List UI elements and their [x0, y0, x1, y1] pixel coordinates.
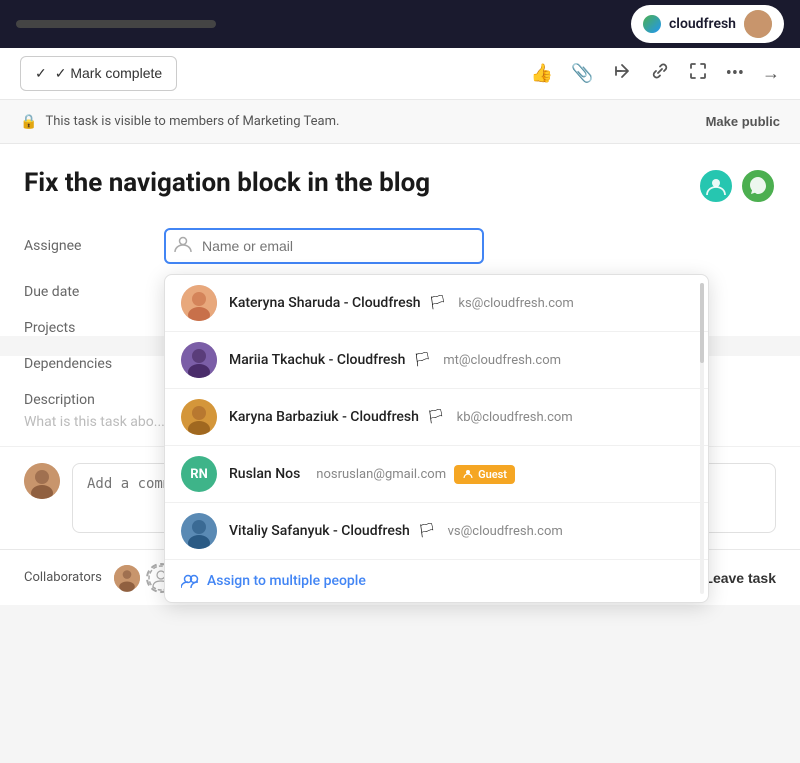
assignee-label: Assignee — [24, 238, 164, 254]
user-avatar-karyna — [181, 399, 217, 435]
user-flag-mariia: 🏳 — [413, 352, 431, 368]
user-name-kateryna: Kateryna Sharuda - Cloudfresh — [229, 295, 421, 311]
brand-icon — [643, 15, 661, 33]
brand-badge[interactable]: cloudfresh — [631, 5, 784, 43]
user-email-vitaliy: vs@cloudfresh.com — [448, 524, 563, 539]
checkmark-icon: ✓ — [35, 65, 47, 82]
dropdown-item-mariia[interactable]: Mariia Tkachuk - Cloudfresh 🏳 mt@cloudfr… — [165, 332, 708, 389]
visibility-info: 🔒 This task is visible to members of Mar… — [20, 114, 339, 130]
assignee-dropdown: Kateryna Sharuda - Cloudfresh 🏳 ks@cloud… — [164, 274, 709, 603]
visibility-text: This task is visible to members of Marke… — [45, 114, 339, 129]
user-name-karyna: Karyna Barbaziuk - Cloudfresh — [229, 409, 419, 425]
nav-menu-placeholder — [16, 20, 216, 28]
user-name-ruslan: Ruslan Nos — [229, 466, 300, 482]
mark-complete-label: ✓ Mark complete — [55, 65, 162, 82]
more-options-icon[interactable]: ••• — [726, 63, 744, 84]
user-email-ruslan: nosruslan@gmail.com — [316, 467, 446, 482]
assignee-icon-1[interactable] — [698, 168, 734, 204]
user-avatar-vitaliy — [181, 513, 217, 549]
task-assignee-icons — [698, 168, 776, 204]
make-public-button[interactable]: Make public — [706, 114, 780, 129]
link-icon[interactable] — [650, 61, 670, 86]
user-email-kateryna: ks@cloudfresh.com — [458, 296, 573, 311]
user-info-mariia: Mariia Tkachuk - Cloudfresh 🏳 mt@cloudfr… — [229, 352, 692, 368]
assignee-input-wrapper — [164, 228, 484, 264]
user-info-karyna: Karyna Barbaziuk - Cloudfresh 🏳 kb@cloud… — [229, 409, 692, 425]
user-avatar-mariia — [181, 342, 217, 378]
mark-complete-button[interactable]: ✓ ✓ Mark complete — [20, 56, 177, 91]
user-flag-vitaliy: 🏳 — [418, 523, 436, 539]
user-flag-karyna: 🏳 — [427, 409, 445, 425]
user-info-ruslan: Ruslan Nos nosruslan@gmail.com Guest — [229, 465, 692, 484]
main-content: Fix the navigation block in the blog Ass… — [0, 144, 800, 336]
dependencies-label: Dependencies — [24, 356, 164, 372]
task-title-row: Fix the navigation block in the blog — [24, 168, 776, 204]
user-avatar-ruslan: RN — [181, 456, 217, 492]
assignee-field-row: Assignee Kateryna Sharuda - Cloudfresh — [24, 228, 776, 264]
toolbar-icons: 👍 📎 ••• → — [531, 61, 780, 86]
forward-icon[interactable]: → — [762, 63, 780, 84]
user-avatar-top[interactable] — [744, 10, 772, 38]
user-flag-kateryna: 🏳 — [429, 295, 447, 311]
dropdown-item-karyna[interactable]: Karyna Barbaziuk - Cloudfresh 🏳 kb@cloud… — [165, 389, 708, 446]
due-date-label: Due date — [24, 284, 164, 300]
assign-multiple-button[interactable]: Assign to multiple people — [165, 560, 708, 602]
dropdown-item-kateryna[interactable]: Kateryna Sharuda - Cloudfresh 🏳 ks@cloud… — [165, 275, 708, 332]
user-name-vitaliy: Vitaliy Safanyuk - Cloudfresh — [229, 523, 410, 539]
assignee-input[interactable] — [164, 228, 484, 264]
user-email-karyna: kb@cloudfresh.com — [457, 410, 573, 425]
scrollbar-thumb[interactable] — [700, 283, 704, 363]
projects-label: Projects — [24, 320, 164, 336]
user-avatar-kateryna — [181, 285, 217, 321]
top-nav: cloudfresh — [0, 0, 800, 48]
brand-name: cloudfresh — [669, 16, 736, 32]
thumbsup-icon[interactable]: 👍 — [531, 63, 553, 84]
user-info-kateryna: Kateryna Sharuda - Cloudfresh 🏳 ks@cloud… — [229, 295, 692, 311]
person-icon — [174, 235, 192, 257]
paperclip-icon[interactable]: 📎 — [571, 63, 593, 84]
dropdown-item-ruslan[interactable]: RN Ruslan Nos nosruslan@gmail.com Guest — [165, 446, 708, 503]
leave-task-label: Leave task — [704, 570, 776, 586]
guest-badge: Guest — [454, 465, 515, 484]
dropdown-item-vitaliy[interactable]: Vitaliy Safanyuk - Cloudfresh 🏳 vs@cloud… — [165, 503, 708, 560]
visibility-bar: 🔒 This task is visible to members of Mar… — [0, 100, 800, 144]
user-info-vitaliy: Vitaliy Safanyuk - Cloudfresh 🏳 vs@cloud… — [229, 523, 692, 539]
expand-icon[interactable] — [688, 61, 708, 86]
task-toolbar: ✓ ✓ Mark complete 👍 📎 ••• → — [0, 48, 800, 100]
task-title: Fix the navigation block in the blog — [24, 168, 430, 199]
assignee-icon-2[interactable] — [740, 168, 776, 204]
commenter-avatar — [24, 463, 60, 499]
user-name-mariia: Mariia Tkachuk - Cloudfresh — [229, 352, 405, 368]
collab-avatar-1[interactable] — [112, 563, 142, 593]
scrollbar-track — [700, 283, 704, 594]
user-email-mariia: mt@cloudfresh.com — [443, 353, 561, 368]
assign-multiple-label: Assign to multiple people — [207, 573, 366, 589]
lock-icon: 🔒 — [20, 114, 37, 130]
merge-icon[interactable] — [612, 61, 632, 86]
collaborators-label: Collaborators — [24, 570, 102, 585]
